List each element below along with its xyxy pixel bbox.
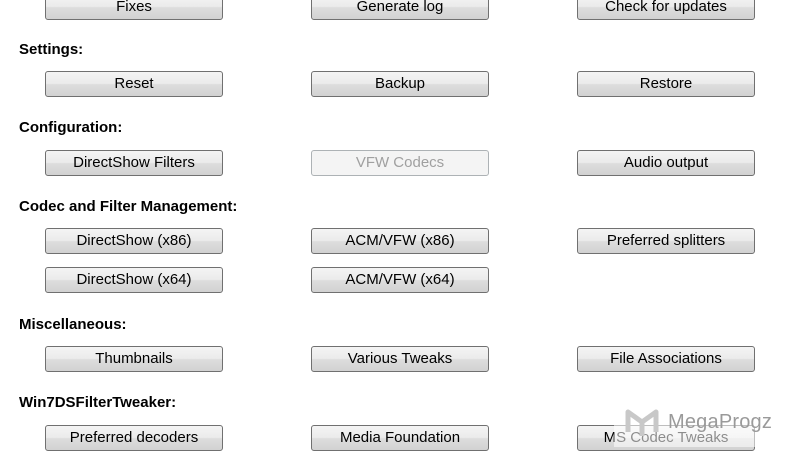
preferred-decoders-button[interactable]: Preferred decoders [45,425,223,451]
generate-log-button[interactable]: Generate log [311,0,489,20]
configuration-heading: Configuration: [19,119,123,136]
directshow-filters-button[interactable]: DirectShow Filters [45,150,223,176]
directshow-x64-button[interactable]: DirectShow (x64) [45,267,223,293]
thumbnails-button[interactable]: Thumbnails [45,346,223,372]
acm-vfw-x86-button[interactable]: ACM/VFW (x86) [311,228,489,254]
reset-button[interactable]: Reset [45,71,223,97]
codec-filter-management-heading: Codec and Filter Management: [19,198,238,215]
directshow-x86-button[interactable]: DirectShow (x86) [45,228,223,254]
media-foundation-button[interactable]: Media Foundation [311,425,489,451]
vfw-codecs-button: VFW Codecs [311,150,489,176]
win7dsfiltertweaker-heading: Win7DSFilterTweaker: [19,394,177,411]
backup-button[interactable]: Backup [311,71,489,97]
check-for-updates-button[interactable]: Check for updates [577,0,755,20]
acm-vfw-x64-button[interactable]: ACM/VFW (x64) [311,267,489,293]
codec-tweak-tool-panel: Fixes Generate log Check for updates Set… [0,0,800,456]
settings-heading: Settings: [19,41,84,58]
file-associations-button[interactable]: File Associations [577,346,755,372]
various-tweaks-button[interactable]: Various Tweaks [311,346,489,372]
fixes-button[interactable]: Fixes [45,0,223,20]
restore-button[interactable]: Restore [577,71,755,97]
ms-codec-tweaks-button[interactable]: MS Codec Tweaks [577,425,755,451]
audio-output-button[interactable]: Audio output [577,150,755,176]
miscellaneous-heading: Miscellaneous: [19,316,127,333]
preferred-splitters-button[interactable]: Preferred splitters [577,228,755,254]
